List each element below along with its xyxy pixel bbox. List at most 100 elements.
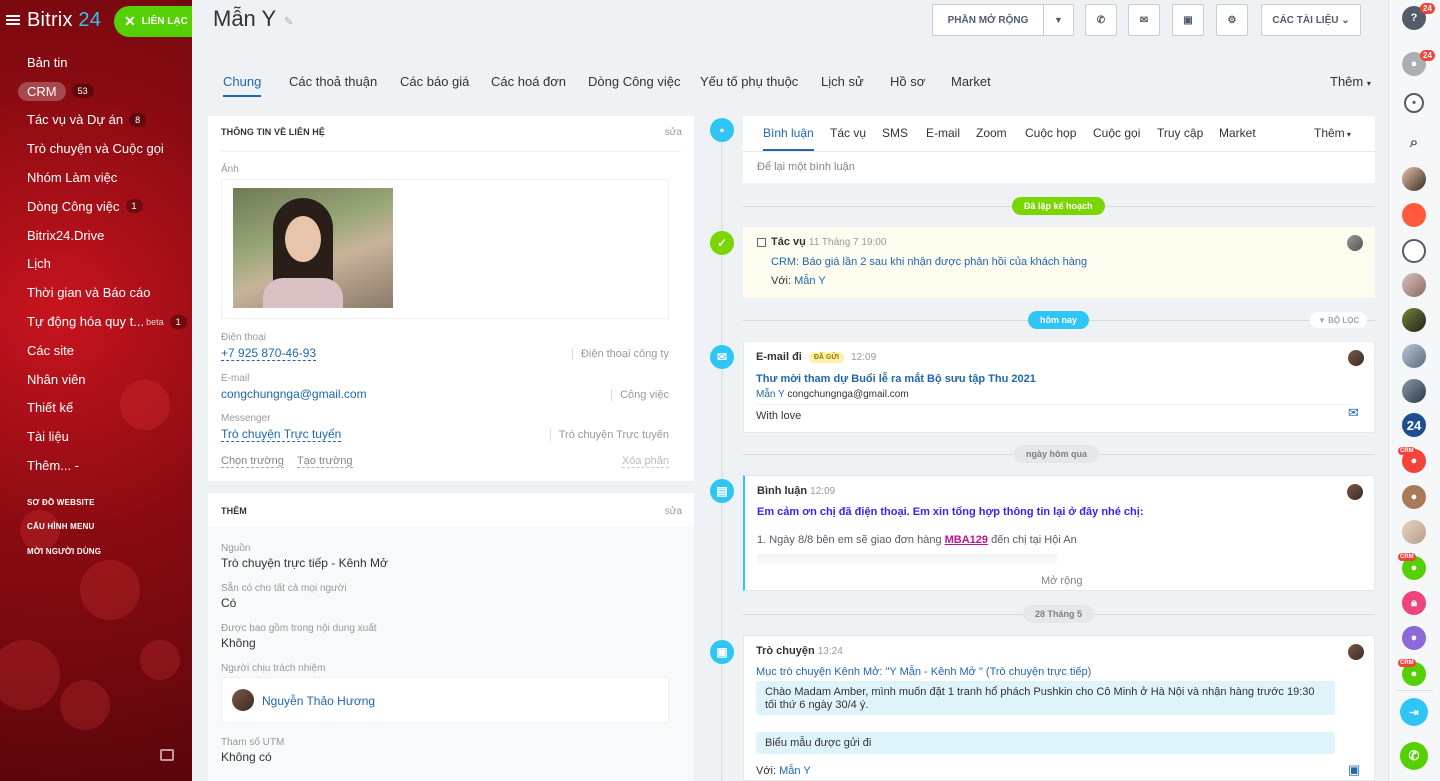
tab-dependencies[interactable]: Yếu tố phụ thuộc — [700, 74, 798, 89]
tab-market[interactable]: Market — [1219, 126, 1256, 140]
avatar[interactable] — [1348, 644, 1364, 660]
contact-link[interactable]: Mẫn Y — [794, 275, 826, 287]
expand-link[interactable]: Mở rộng — [1041, 575, 1082, 587]
configure-menu-link[interactable]: CẤU HÌNH MENU — [0, 514, 192, 539]
extensions-button[interactable]: PHẦN MỞ RỘNG ▼ — [932, 4, 1074, 36]
sidebar-item-chats[interactable]: Trò chuyện và Cuộc gọi — [0, 134, 192, 163]
documents-button[interactable]: CÁC TÀI LIỆU ⌄ — [1261, 4, 1361, 36]
comment-input[interactable]: Để lại một bình luận — [757, 161, 855, 173]
user-avatar[interactable]: ● — [1402, 485, 1426, 509]
tab-comment[interactable]: Bình luận — [763, 126, 814, 151]
phone-link[interactable]: +7 925 870-46-93 — [221, 346, 317, 361]
email-button[interactable]: ✉ — [1128, 4, 1160, 36]
sidebar-item-more[interactable]: Thêm... - — [0, 451, 192, 480]
tab-task[interactable]: Tác vụ — [830, 126, 866, 140]
sidebar-item-workgroups[interactable]: Nhóm Làm việc — [0, 163, 192, 192]
photo-box[interactable] — [221, 179, 669, 319]
email-subject-link[interactable]: Thư mời tham dự Buổi lễ ra mắt Bộ sưu tậ… — [756, 373, 1036, 385]
tab-profile[interactable]: Hồ sơ — [890, 74, 925, 89]
user-avatar[interactable] — [1402, 273, 1426, 297]
avatar[interactable] — [1348, 350, 1364, 366]
email-link[interactable]: congchungnga@gmail.com — [221, 387, 367, 401]
menu-burger-icon[interactable] — [6, 15, 20, 25]
avatar[interactable] — [232, 689, 254, 711]
filter-button[interactable]: ▼ BỘ LỌC — [1310, 312, 1368, 328]
search-icon[interactable]: ⌕ — [1402, 130, 1426, 154]
user-avatar[interactable] — [1402, 203, 1426, 227]
sidebar-item-sites[interactable]: Các site — [0, 336, 192, 365]
lock-icon[interactable]: 🔒︎ — [1402, 591, 1426, 615]
sidebar-item-design[interactable]: Thiết kế — [0, 394, 192, 423]
sidebar-item-automation[interactable]: Tự động hóa quy t... beta 1 — [0, 307, 192, 336]
edit-title-icon[interactable]: ✎ — [284, 15, 293, 28]
tab-more[interactable]: Thêm ▾ — [1330, 74, 1371, 89]
tab-email[interactable]: E-mail — [926, 126, 960, 140]
select-field-link[interactable]: Chọn trường — [221, 455, 284, 468]
sidebar-item-drive[interactable]: Bitrix24.Drive — [0, 221, 192, 250]
chat-list-icon[interactable]: • — [1404, 93, 1424, 113]
tab-market[interactable]: Market — [951, 74, 991, 89]
task-checkbox[interactable] — [757, 238, 766, 247]
contact-photo[interactable] — [233, 188, 393, 308]
delete-section-link[interactable]: Xóa phần — [621, 455, 669, 468]
responsible-link[interactable]: Nguyễn Thảo Hương — [262, 694, 375, 708]
tab-quotes[interactable]: Các báo giá — [400, 74, 469, 89]
sidebar-item-calendar[interactable]: Lịch — [0, 250, 192, 279]
sender-link[interactable]: Mẫn Y — [756, 389, 785, 400]
sidebar-item-documents[interactable]: Tài liệu — [0, 422, 192, 451]
user-avatar[interactable] — [1402, 379, 1426, 403]
sidebar-item-time-reports[interactable]: Thời gian và Báo cáo — [0, 278, 192, 307]
open-chat-icon[interactable]: ▣ — [1348, 762, 1360, 778]
chat-button[interactable]: ▣ — [1172, 4, 1204, 36]
tab-general[interactable]: Chung — [223, 74, 262, 97]
tab-history[interactable]: Lịch sử — [821, 74, 864, 89]
edit-link[interactable]: sửa — [665, 127, 682, 138]
tab-more[interactable]: Thêm ▾ — [1314, 126, 1351, 140]
email-icon: ✉ — [710, 345, 734, 369]
settings-button[interactable]: ⚙ — [1216, 4, 1248, 36]
contact-link[interactable]: Mẫn Y — [779, 765, 811, 777]
create-field-link[interactable]: Tạo trường — [296, 455, 353, 468]
avatar[interactable] — [1347, 235, 1363, 251]
order-code-link[interactable]: MBA129 — [945, 534, 988, 546]
phone-call-icon[interactable]: ✆ — [1400, 742, 1428, 770]
call-button[interactable]: ✆ — [1085, 4, 1117, 36]
close-icon: ✕ — [124, 13, 136, 29]
user-avatar[interactable] — [1402, 308, 1426, 332]
user-avatar[interactable] — [1402, 239, 1426, 263]
bitrix24-icon[interactable]: 24 — [1402, 413, 1426, 437]
user-avatar[interactable] — [1402, 167, 1426, 191]
sidebar-item-workflows[interactable]: Dòng Công việc 1 — [0, 192, 192, 221]
reply-email-icon[interactable]: ✉ — [1348, 405, 1359, 421]
sidebar-item-crm[interactable]: CRM 53 — [0, 77, 192, 106]
sidebar-item-news[interactable]: Bản tin — [0, 48, 192, 77]
user-avatar[interactable] — [1402, 520, 1426, 544]
contact-button[interactable]: ✕ LIÊN LẠC — [114, 6, 192, 37]
tab-zoom[interactable]: Zoom — [976, 126, 1007, 140]
tab-workflows[interactable]: Dòng Công việc — [588, 74, 681, 89]
count-badge: 1 — [169, 314, 187, 329]
tab-sms[interactable]: SMS — [882, 126, 908, 140]
sidebar-item-employees[interactable]: Nhân viên — [0, 365, 192, 394]
chevron-down-icon[interactable]: ▼ — [1043, 5, 1073, 35]
tab-call[interactable]: Cuộc gọi — [1093, 126, 1140, 140]
tab-invoices[interactable]: Các hoá đơn — [491, 74, 566, 89]
sidebar-item-tasks[interactable]: Tác vụ và Dự án 8 — [0, 106, 192, 135]
user-avatar[interactable] — [1402, 344, 1426, 368]
sitemap-link[interactable]: SƠ ĐỒ WEBSITE — [0, 490, 192, 515]
user-avatar[interactable]: ● — [1402, 626, 1426, 650]
date-badge: 28 Tháng 5 — [1023, 605, 1095, 623]
invite-users-link[interactable]: MỜI NGƯỜI DÙNG — [0, 539, 192, 564]
tab-visit[interactable]: Truy cập — [1157, 126, 1203, 140]
bitrix-logo[interactable]: Bitrix 24 — [27, 9, 101, 32]
task-check-icon: ✓ — [710, 231, 734, 255]
edit-link[interactable]: sửa — [665, 506, 682, 517]
avatar[interactable] — [1347, 484, 1363, 500]
open-lines-icon[interactable]: ⇥ — [1400, 698, 1428, 726]
messenger-link[interactable]: Trò chuyện Trực tuyến — [221, 427, 342, 442]
printer-icon[interactable] — [160, 749, 174, 761]
tab-deals[interactable]: Các thoả thuận — [289, 74, 377, 89]
task-link[interactable]: CRM: Báo giá lần 2 sau khi nhận được phả… — [771, 256, 1087, 268]
tab-meeting[interactable]: Cuộc họp — [1025, 126, 1076, 140]
chat-link[interactable]: Mục trò chuyện Kênh Mở: "Y Mẫn - Kênh Mở… — [756, 666, 1091, 678]
